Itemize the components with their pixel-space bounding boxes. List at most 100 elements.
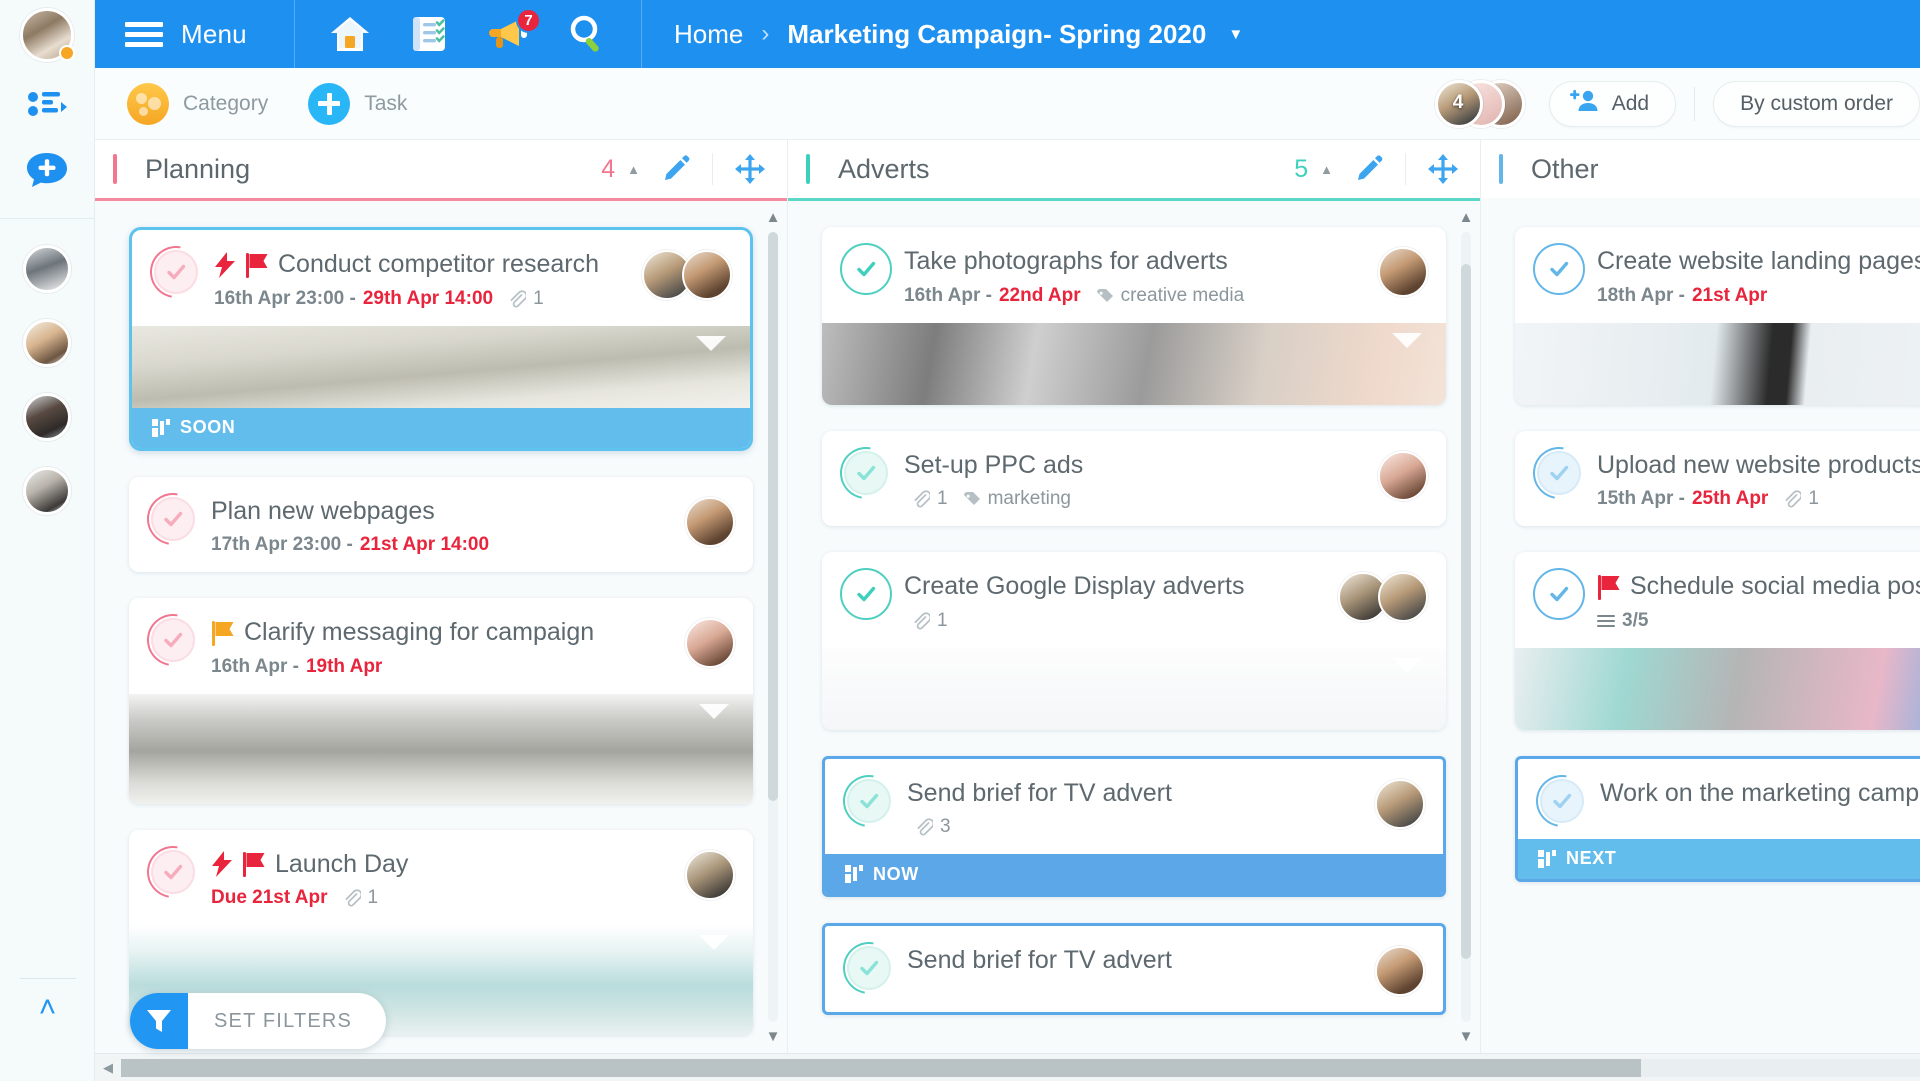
task-card[interactable]: Conduct competitor research 16th Apr 23:0… — [129, 227, 753, 451]
hamburger-icon — [125, 21, 163, 47]
checklist-icon — [1597, 614, 1615, 627]
tag-icon — [1096, 288, 1114, 304]
column-scrollbar-adverts[interactable]: ▲ ▼ — [1458, 201, 1474, 1053]
scroll-down-arrow-icon[interactable]: ▼ — [766, 1028, 781, 1045]
task-complete-checkbox[interactable] — [1525, 764, 1599, 837]
hscroll-thumb[interactable] — [121, 1058, 1641, 1077]
task-card[interactable]: Send brief for TV advert 3 NOW — [822, 755, 1446, 897]
task-complete-checkbox[interactable] — [1533, 243, 1585, 295]
avatar[interactable] — [685, 849, 735, 900]
avatar[interactable] — [1375, 778, 1425, 829]
add-task-button[interactable]: Task — [308, 82, 407, 125]
card-due-date: 21st Apr 14:00 — [359, 534, 490, 555]
rail-list-icon[interactable] — [27, 88, 67, 125]
task-complete-checkbox[interactable] — [1522, 436, 1596, 509]
task-card[interactable]: Plan new webpages 17th Apr 23:00 - 21st A… — [129, 476, 753, 572]
task-complete-checkbox[interactable] — [840, 568, 892, 620]
card-meta: 16th Apr 23:00 - 29th Apr 14:00 1 — [214, 288, 628, 310]
scroll-down-arrow-icon[interactable]: ▼ — [1459, 1028, 1474, 1045]
breadcrumb-current[interactable]: Marketing Campaign- Spring 2020 — [787, 19, 1206, 50]
task-card[interactable]: Clarify messaging for campaign 16th Apr -… — [129, 598, 753, 804]
add-category-button[interactable]: Category — [127, 82, 268, 125]
sort-order-select[interactable]: By custom order — [1713, 80, 1920, 127]
column-move-button[interactable] — [735, 154, 765, 184]
task-complete-checkbox[interactable] — [136, 835, 210, 908]
task-complete-checkbox[interactable] — [829, 436, 903, 509]
tag-icon — [963, 491, 981, 507]
avatar[interactable] — [1378, 450, 1428, 501]
rail-avatar-person-1[interactable] — [23, 319, 71, 367]
task-complete-checkbox[interactable] — [139, 235, 213, 309]
menu-button[interactable]: Menu — [95, 0, 295, 68]
card-meta: 3 — [907, 816, 1361, 838]
task-card[interactable]: Work on the marketing campaign NEXT — [1515, 755, 1920, 882]
rail-avatar-person-3[interactable] — [23, 467, 71, 515]
task-complete-checkbox[interactable] — [840, 243, 892, 295]
scroll-up-arrow-icon[interactable]: ▲ — [766, 209, 781, 226]
card-expand-caret-icon[interactable] — [699, 703, 729, 719]
column-edit-button[interactable] — [662, 155, 690, 183]
task-card[interactable]: Schedule social media posts 3/5 — [1515, 552, 1920, 730]
task-complete-checkbox[interactable] — [1533, 568, 1585, 620]
rail-collapse-button[interactable]: ˄ — [0, 978, 95, 1023]
card-expand-caret-icon[interactable] — [699, 935, 729, 950]
rail-avatar-person-2[interactable] — [23, 393, 71, 441]
card-expand-caret-icon[interactable] — [696, 335, 726, 351]
task-complete-checkbox[interactable] — [136, 482, 210, 555]
column-accent-bar — [1499, 154, 1503, 184]
avatar[interactable] — [682, 250, 732, 300]
horizontal-scrollbar[interactable]: ◀ — [95, 1053, 1920, 1081]
add-member-button[interactable]: Add — [1548, 80, 1677, 127]
card-expand-caret-icon[interactable] — [1392, 332, 1422, 348]
task-complete-checkbox[interactable] — [832, 764, 906, 837]
task-card[interactable]: Take photographs for adverts 16th Apr - 2… — [822, 227, 1446, 405]
task-card[interactable]: Upload new website products 15th Apr - 25… — [1515, 430, 1920, 526]
card-status-label: NOW — [873, 863, 919, 884]
task-card[interactable]: Set-up PPC ads 1 marketing — [822, 430, 1446, 526]
column-scrollbar-planning[interactable]: ▲ ▼ — [765, 201, 781, 1053]
check-icon — [1550, 586, 1569, 602]
set-filters-button[interactable]: SET FILTERS — [130, 993, 387, 1049]
card-title: Send brief for TV advert — [907, 947, 1172, 974]
hscroll-track[interactable] — [121, 1058, 1920, 1077]
task-complete-checkbox[interactable] — [832, 931, 906, 1005]
column-title: Other — [1531, 153, 1599, 184]
breadcrumb-home[interactable]: Home — [674, 19, 743, 50]
attachment-icon — [912, 490, 932, 508]
home-icon[interactable] — [329, 15, 371, 53]
rail-avatar-self[interactable] — [20, 8, 75, 62]
announcements-icon[interactable]: 7 — [487, 8, 541, 51]
avatar[interactable] — [1378, 572, 1428, 622]
avatar[interactable] — [1375, 946, 1425, 996]
card-expand-caret-icon[interactable] — [1392, 657, 1422, 673]
chevron-down-icon[interactable]: ▼ — [1228, 26, 1243, 43]
task-card[interactable]: Create Google Display adverts 1 — [822, 552, 1446, 730]
rail-avatar-team[interactable] — [23, 245, 71, 293]
scroll-thumb[interactable] — [768, 232, 778, 801]
tasks-icon[interactable] — [409, 14, 449, 54]
column-move-button[interactable] — [1428, 154, 1458, 184]
priority-lightning-icon — [211, 851, 233, 878]
breadcrumb: Home › Marketing Campaign- Spring 2020 ▼ — [642, 0, 1243, 68]
avatar[interactable] — [1378, 247, 1428, 297]
lightning-icon — [215, 251, 235, 278]
column-edit-button[interactable] — [1355, 155, 1383, 183]
search-icon[interactable] — [567, 14, 607, 54]
board-column-other: Other Create website landing pages 18th Ap… — [1481, 140, 1920, 1053]
scroll-track[interactable] — [768, 232, 778, 1022]
avatar[interactable] — [685, 496, 735, 547]
avatar[interactable] — [685, 618, 735, 668]
task-complete-checkbox[interactable] — [136, 603, 210, 677]
scroll-track[interactable] — [1461, 232, 1471, 1022]
card-cover-image — [1515, 647, 1920, 730]
scroll-left-arrow-icon[interactable]: ◀ — [95, 1060, 121, 1076]
task-card[interactable]: Create website landing pages 18th Apr - 2… — [1515, 227, 1920, 405]
column-collapse-caret-icon[interactable]: ▲ — [1320, 162, 1333, 177]
check-icon — [1550, 261, 1569, 277]
rail-chat-icon[interactable] — [25, 151, 69, 194]
scroll-thumb[interactable] — [1461, 263, 1471, 959]
column-collapse-caret-icon[interactable]: ▲ — [627, 162, 640, 177]
scroll-up-arrow-icon[interactable]: ▲ — [1459, 209, 1474, 226]
task-card[interactable]: Send brief for TV advert — [822, 923, 1446, 1015]
member-avatar-stack[interactable]: 4 — [1434, 79, 1527, 128]
